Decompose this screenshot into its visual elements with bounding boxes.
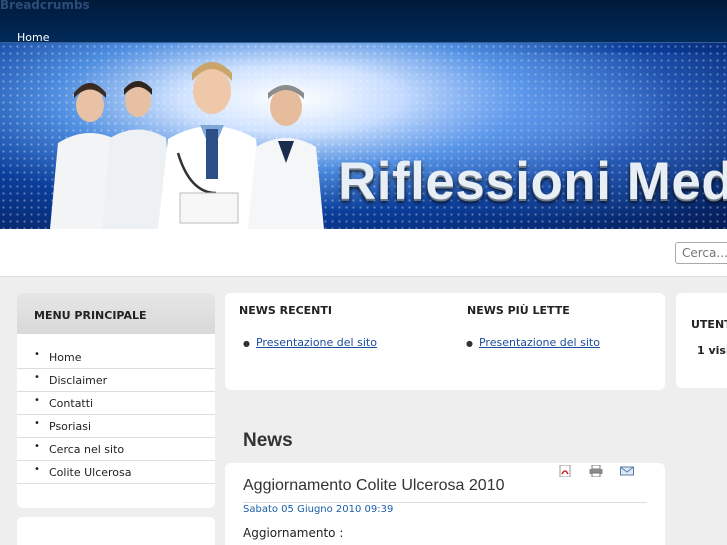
article-card: Aggiornamento Colite Ulcerosa 2010 Sabat…	[225, 463, 665, 545]
news-recent-title: NEWS RECENTI	[239, 304, 332, 317]
users-online-title: UTENT	[691, 318, 727, 331]
pdf-icon[interactable]	[558, 465, 572, 477]
news-popular-link[interactable]: Presentazione del sito	[479, 336, 600, 349]
bullet-icon: •	[34, 441, 40, 452]
menu-item-contatti[interactable]: • Contatti	[17, 392, 215, 415]
header-banner: Riflessioni Med	[0, 43, 727, 229]
main-menu-list: • Home • Disclaimer • Contatti • Psoriasi • C…	[17, 346, 215, 484]
menu-item-label[interactable]: Home	[49, 351, 81, 364]
bullet-icon: •	[34, 464, 40, 475]
bullet-icon: •	[34, 372, 40, 383]
top-bar: Breadcrumbs Home	[0, 0, 727, 44]
users-online-count: 1 visi	[697, 344, 727, 357]
page-title: News	[243, 430, 293, 451]
menu-item-disclaimer[interactable]: • Disclaimer	[17, 369, 215, 392]
breadcrumbs-heading: Breadcrumbs	[0, 0, 90, 12]
bullet-icon: ●	[243, 339, 250, 348]
article-divider	[243, 502, 647, 503]
search-input[interactable]	[675, 242, 727, 264]
article-body: Aggiornamento :	[243, 526, 344, 540]
menu-item-label[interactable]: Colite Ulcerosa	[49, 466, 132, 479]
news-recent-item: ● Presentazione del sito	[243, 336, 377, 349]
main-menu-title: MENU PRINCIPALE	[17, 293, 215, 334]
menu-item-label[interactable]: Disclaimer	[49, 374, 107, 387]
bullet-icon: ●	[466, 339, 473, 348]
menu-item-label[interactable]: Cerca nel sito	[49, 443, 124, 456]
news-popular-item: ● Presentazione del sito	[466, 336, 600, 349]
bullet-icon: •	[34, 395, 40, 406]
menu-item-label[interactable]: Psoriasi	[49, 420, 91, 433]
doctors-illustration	[50, 62, 324, 229]
secondary-menu-box	[17, 517, 215, 545]
menu-item-psoriasi[interactable]: • Psoriasi	[17, 415, 215, 438]
news-recent-link[interactable]: Presentazione del sito	[256, 336, 377, 349]
bullet-icon: •	[34, 418, 40, 429]
article-date: Sabato 05 Giugno 2010 09:39	[243, 504, 394, 515]
news-module: NEWS RECENTI ● Presentazione del sito NEW…	[225, 293, 665, 390]
menu-item-label[interactable]: Contatti	[49, 397, 93, 410]
bullet-icon: •	[34, 349, 40, 360]
users-online-module: UTENT 1 visi	[676, 293, 727, 388]
menu-item-cerca-nel-sito[interactable]: • Cerca nel sito	[17, 438, 215, 461]
search-bar	[0, 229, 727, 277]
site-title: Riflessioni Med	[338, 152, 727, 211]
print-icon[interactable]	[589, 465, 603, 477]
email-icon[interactable]	[620, 465, 634, 477]
article-title[interactable]: Aggiornamento Colite Ulcerosa 2010	[243, 477, 504, 495]
main-menu: MENU PRINCIPALE • Home • Disclaimer • Conta…	[17, 293, 215, 508]
news-popular-title: NEWS PIÙ LETTE	[467, 304, 570, 317]
menu-item-home[interactable]: • Home	[17, 346, 215, 369]
menu-item-colite-ulcerosa[interactable]: • Colite Ulcerosa	[17, 461, 215, 484]
